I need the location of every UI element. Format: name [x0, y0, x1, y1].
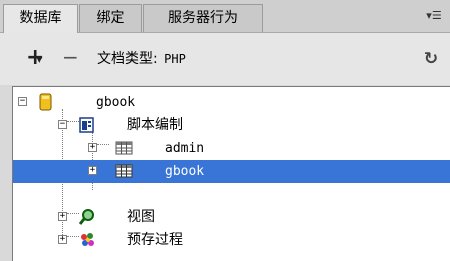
tree-node-label: admin	[165, 141, 205, 156]
tree-node-table[interactable]: + gbook	[13, 160, 450, 183]
procedure-icon	[81, 233, 94, 246]
tree-node-label: 预存过程	[127, 232, 183, 248]
collapse-toggle[interactable]: −	[18, 97, 27, 106]
table-icon	[115, 164, 133, 178]
tab-bindings[interactable]: 绑定	[79, 4, 142, 32]
minus-icon[interactable]: −	[62, 47, 79, 69]
tab-strip: 数据库 绑定 服务器行为 ▾☰	[0, 0, 450, 33]
view-icon	[78, 209, 94, 225]
expand-toggle[interactable]: +	[58, 235, 67, 244]
refresh-icon[interactable]: ↻	[422, 50, 440, 68]
panel-options-icon[interactable]: ▾☰	[426, 9, 442, 23]
tree-node-label: gbook	[165, 164, 205, 179]
tree-node-views[interactable]: + 视图	[13, 206, 450, 229]
tree-node-database[interactable]: − gbook	[13, 91, 450, 114]
tree-node-table[interactable]: + admin	[13, 137, 450, 160]
doctype-label: 文档类型:	[97, 51, 158, 67]
tree-node-scripts[interactable]: − 脚本编制	[13, 114, 450, 137]
database-tree: − gbook − 脚本编制 + admin + gbook + 视图 + 预存…	[12, 86, 450, 261]
expand-toggle[interactable]: +	[88, 166, 97, 175]
script-icon	[79, 117, 94, 133]
expand-toggle[interactable]: +	[58, 212, 67, 221]
database-icon	[39, 93, 52, 111]
tree-node-label: gbook	[96, 95, 136, 110]
doctype-indicator: 文档类型: PHP	[97, 50, 186, 68]
plus-icon[interactable]: + ▾	[26, 47, 44, 69]
tree-node-label: 脚本编制	[127, 117, 183, 133]
tree-node-label: 视图	[127, 209, 155, 225]
collapse-toggle[interactable]: −	[58, 120, 67, 129]
table-icon	[115, 141, 133, 155]
doctype-value: PHP	[164, 52, 186, 66]
tab-server-behaviors[interactable]: 服务器行为	[143, 4, 263, 32]
expand-toggle[interactable]: +	[88, 143, 97, 152]
tree-node-procedures[interactable]: + 预存过程	[13, 229, 450, 252]
tab-database[interactable]: 数据库	[3, 4, 78, 33]
toolbar: + ▾ − 文档类型: PHP ↻	[0, 33, 450, 85]
